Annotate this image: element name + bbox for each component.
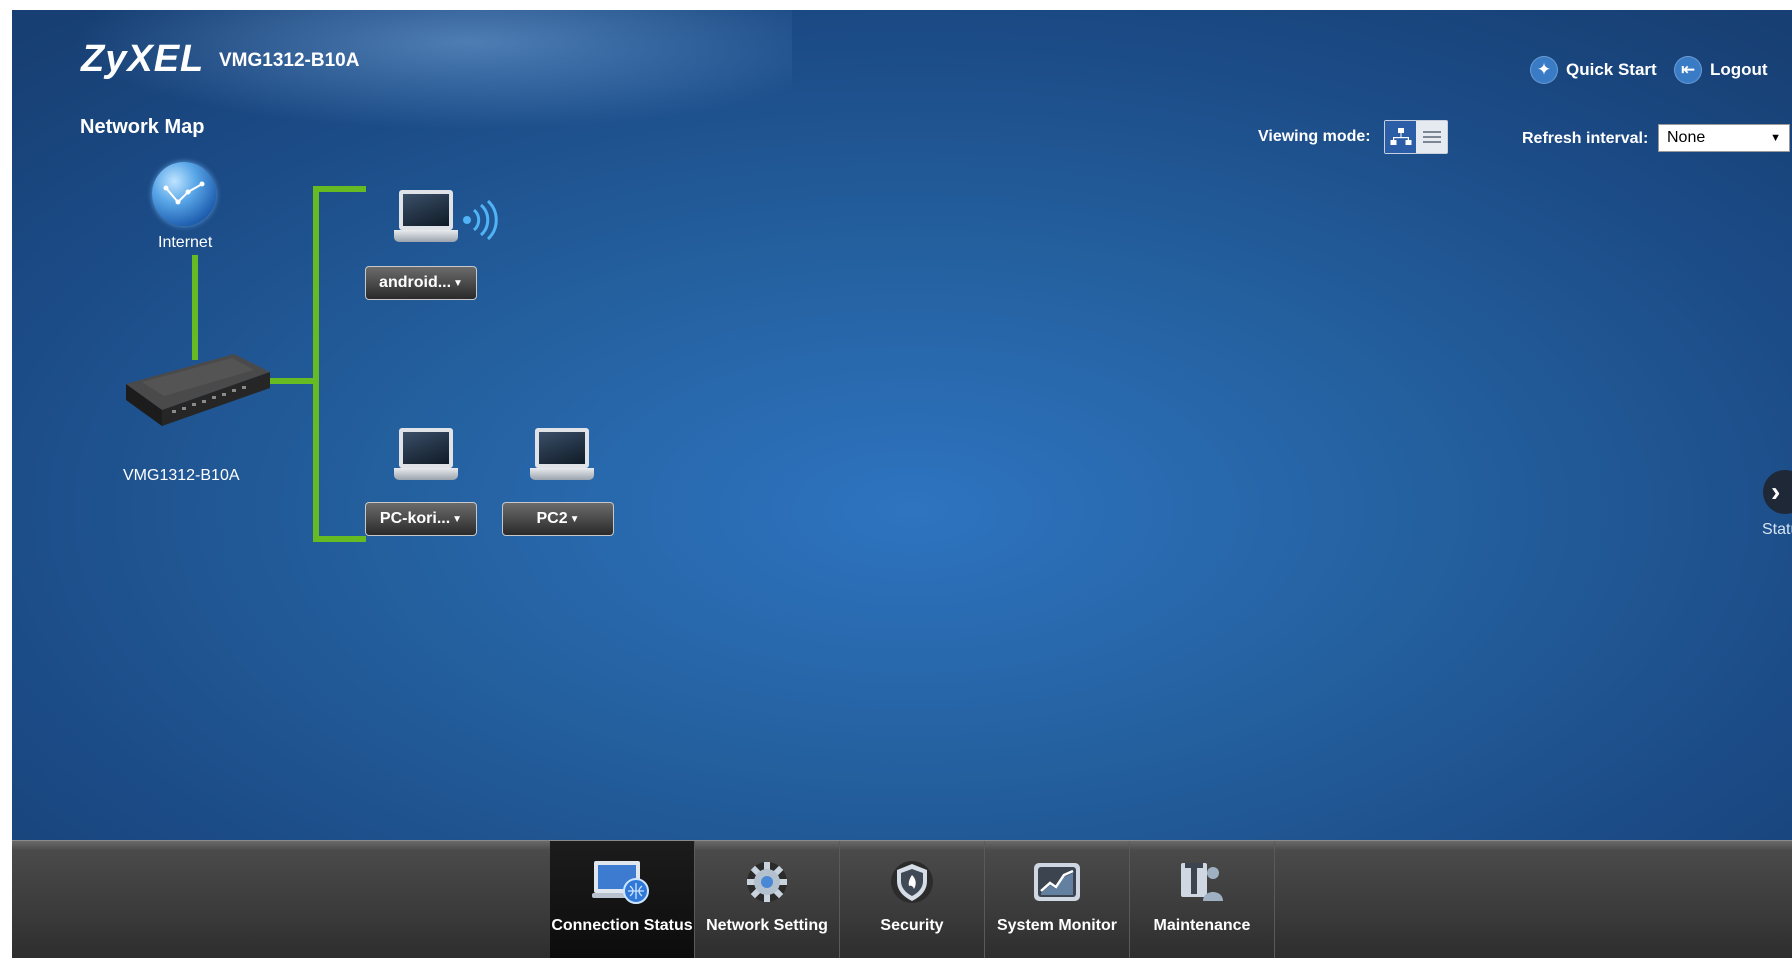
nav-maintenance[interactable]: Maintenance — [1130, 841, 1275, 958]
caret-down-icon: ▼ — [452, 513, 463, 525]
device-model-title: VMG1312-B10A — [219, 50, 360, 71]
nav-label: Network Setting — [706, 917, 828, 934]
device-name: android... — [379, 274, 452, 291]
logout-link[interactable]: ⇤ Logout — [1674, 53, 1768, 87]
map-view-button[interactable] — [1385, 121, 1416, 153]
quick-start-link[interactable]: ✦ Quick Start — [1530, 53, 1657, 87]
lan-bus-line — [313, 186, 319, 542]
wifi-icon — [462, 199, 498, 245]
connection-status-icon — [590, 857, 654, 907]
router-link-line — [267, 378, 317, 384]
nav-label: System Monitor — [996, 917, 1117, 934]
internet-link-line — [192, 255, 198, 360]
viewing-mode-label: Viewing mode: — [1258, 128, 1371, 145]
nav-security[interactable]: Security — [840, 841, 985, 958]
brand-logo: ZyXEL — [81, 38, 205, 80]
laptop-icon[interactable] — [394, 190, 458, 248]
wizard-icon: ✦ — [1530, 56, 1558, 84]
status-panel-label: Status — [1762, 521, 1792, 538]
nav-label: Maintenance — [1153, 917, 1251, 934]
bottom-nav-bar: Connection Status Network Setting Securi… — [12, 840, 1792, 958]
viewing-mode-toggle — [1384, 120, 1448, 154]
nav-system-monitor[interactable]: System Monitor — [985, 841, 1130, 958]
device-name: PC-kori... — [379, 510, 451, 527]
caret-down-icon: ▼ — [453, 277, 463, 289]
router-label: VMG1312-B10A — [123, 467, 240, 484]
caret-down-icon: ▼ — [569, 513, 580, 525]
router-icon[interactable] — [122, 350, 272, 432]
device-pc2-button[interactable]: PC2 ▼ — [502, 502, 614, 536]
globe-icon[interactable] — [152, 162, 216, 226]
maintenance-icon — [1177, 857, 1227, 907]
shield-icon — [889, 857, 935, 907]
list-view-button[interactable] — [1416, 121, 1447, 153]
refresh-interval-select[interactable]: None ▼ — [1658, 124, 1790, 152]
app-frame: ZyXEL VMG1312-B10A ✦ Quick Start ⇤ Logou… — [12, 10, 1792, 958]
chevron-right-icon: › — [1771, 476, 1781, 507]
topology-icon — [1390, 128, 1411, 145]
nav-connection-status[interactable]: Connection Status — [550, 841, 695, 958]
nav-network-setting[interactable]: Network Setting — [695, 841, 840, 958]
refresh-interval-label: Refresh interval: — [1522, 130, 1649, 147]
page-title: Network Map — [80, 116, 205, 138]
gear-icon — [744, 857, 790, 907]
device-pc-kori-button[interactable]: PC-kori... ▼ — [365, 502, 477, 536]
monitor-chart-icon — [1032, 857, 1082, 907]
chevron-down-icon: ▼ — [1770, 132, 1781, 144]
lan-branch-top — [313, 186, 366, 192]
internet-label: Internet — [158, 234, 213, 251]
laptop-icon[interactable] — [394, 428, 458, 486]
laptop-icon[interactable] — [530, 428, 594, 486]
device-android-button[interactable]: android... ▼ — [365, 266, 477, 300]
list-icon — [1422, 131, 1441, 143]
logout-icon: ⇤ — [1674, 56, 1702, 84]
status-panel-toggle[interactable]: › — [1763, 470, 1792, 514]
lan-branch-bottom — [313, 536, 366, 542]
refresh-interval-value: None — [1667, 129, 1706, 146]
quick-start-label: Quick Start — [1566, 60, 1657, 79]
device-name: PC2 — [536, 510, 568, 527]
nav-label: Security — [880, 917, 944, 934]
logout-label: Logout — [1710, 60, 1768, 79]
nav-label: Connection Status — [551, 917, 693, 934]
